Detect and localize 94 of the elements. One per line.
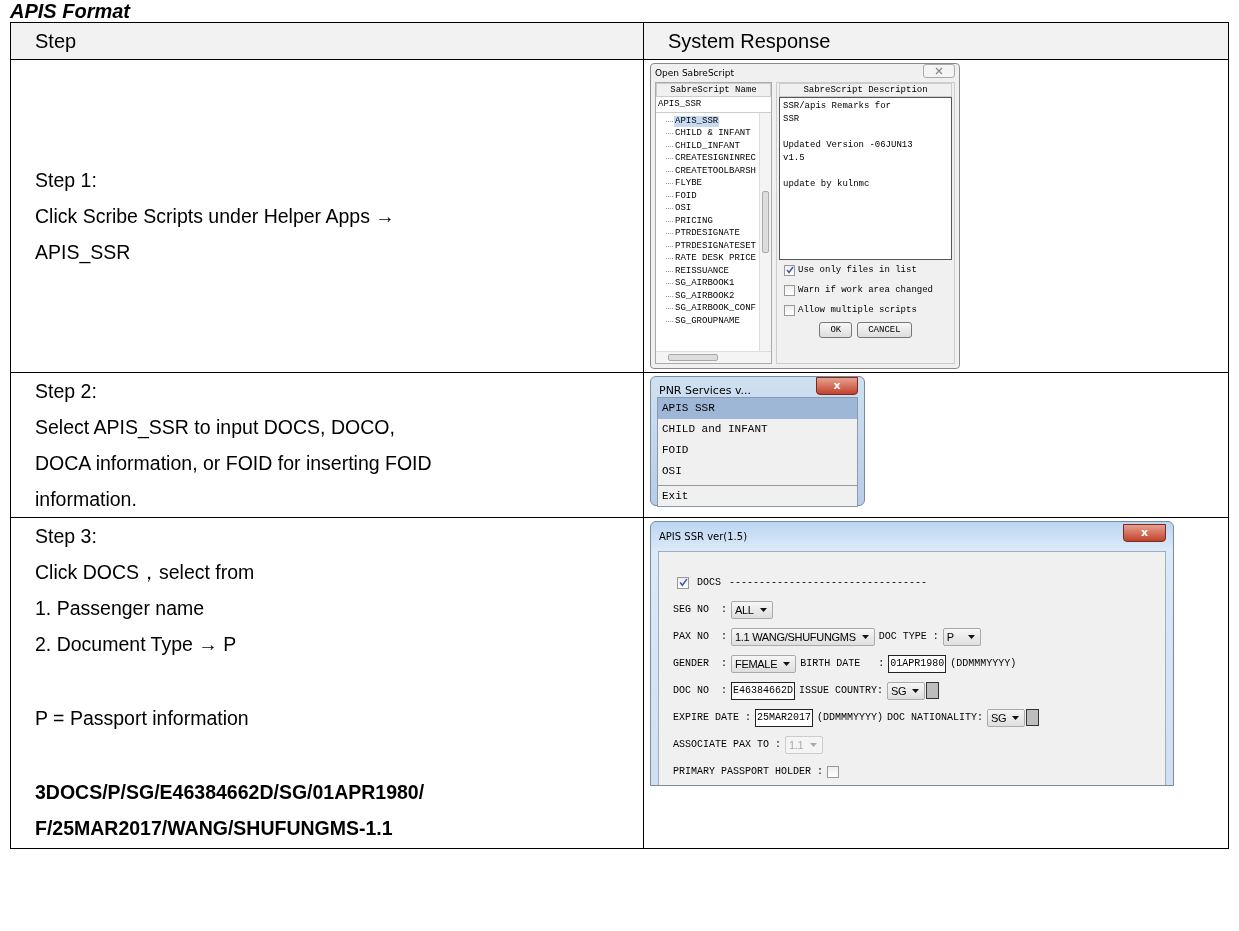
menu-item[interactable]: APIS SSR <box>658 398 857 419</box>
checkbox-label: Allow multiple scripts <box>798 305 917 315</box>
checkbox-label: Warn if work area changed <box>798 285 934 295</box>
field-label: DOCS <box>697 577 721 588</box>
color-swatch[interactable] <box>926 682 940 699</box>
step-text: Step 2: <box>35 379 98 404</box>
caret-icon <box>861 634 869 639</box>
dropdown[interactable]: SG <box>887 681 926 700</box>
field-label: PAX NO : <box>673 631 727 642</box>
dropdown[interactable]: P <box>942 627 981 646</box>
checkbox[interactable] <box>827 765 840 778</box>
scrollbar[interactable] <box>759 113 771 351</box>
field-label: (DDMMMYYYY) <box>950 658 1017 669</box>
column-header: Step <box>10 22 644 60</box>
step-text: 1. Passenger name <box>35 596 206 621</box>
search-field[interactable]: APIS_SSR <box>656 97 771 113</box>
step-text: P = Passport information <box>35 706 250 731</box>
field-label: BIRTH DATE : <box>800 658 885 669</box>
list-item[interactable]: REISSUANCE <box>674 265 730 277</box>
description-text: update by kulnmc <box>783 178 871 191</box>
list-item[interactable]: PTRDESIGNATE <box>674 228 741 240</box>
field-label: PRIMARY PASSPORT HOLDER : <box>673 766 824 777</box>
step-text: Click DOCS，select from <box>35 560 256 585</box>
list-item[interactable]: SG_AIRBOOK2 <box>674 290 736 302</box>
dialog-button[interactable]: OK <box>819 322 853 338</box>
list-item[interactable]: CREATESIGNINREC <box>674 153 757 165</box>
caret-icon <box>912 688 920 693</box>
list-item[interactable]: APIS_SSR <box>674 115 720 127</box>
step-text: F/25MAR2017/WANG/SHUFUNGMS-1.1 <box>35 816 394 841</box>
field-label: ISSUE COUNTRY: <box>799 685 884 696</box>
list-item[interactable]: SG_AIRBOOK_CONF <box>674 303 757 315</box>
input-field[interactable]: E46384662D <box>731 681 796 700</box>
list-item[interactable]: CHILD_INFANT <box>674 140 741 152</box>
list-item[interactable]: RATE DESK PRICE <box>674 253 757 265</box>
list-item[interactable]: CHILD & INFANT <box>674 128 752 140</box>
checkbox[interactable] <box>677 576 689 589</box>
step-text: Click Scribe Scripts under Helper Apps → APIS_SSR <box>35 204 396 266</box>
description-text: Updated Version -06JUN13 <box>783 139 914 152</box>
step-text: Step 1: <box>35 168 98 193</box>
checkbox[interactable] <box>784 284 795 296</box>
window-title: APIS SSR ver(1.5) <box>659 531 748 542</box>
field-label: DOC NATIONALITY: <box>887 712 984 723</box>
field-label: SEG NO : <box>673 604 727 615</box>
caret-icon <box>1012 715 1020 720</box>
menu-item[interactable]: OSI <box>658 461 857 482</box>
caret-icon <box>967 634 975 639</box>
caret-icon <box>783 661 791 666</box>
dropdown[interactable]: ALL <box>731 600 773 619</box>
field-label: ASSOCIATE PAX TO : <box>673 739 782 750</box>
step-text: Select APIS_SSR to input DOCS, DOCO, DOCA information, or FOID for inserting FOID information. <box>35 415 433 512</box>
field-label: DOC NO : <box>673 685 727 696</box>
dropdown[interactable]: FEMALE <box>731 654 797 673</box>
input-field[interactable]: 25MAR2017 <box>755 708 814 727</box>
checkbox[interactable] <box>784 264 795 276</box>
list-item[interactable]: PTRDESIGNATESET <box>674 240 757 252</box>
list-item[interactable]: FOID <box>674 190 698 202</box>
color-swatch[interactable] <box>1026 709 1040 726</box>
step-text: 3DOCS/P/SG/E46384662D/SG/01APR1980/ <box>35 780 426 805</box>
description-text: SSR <box>783 113 801 126</box>
field-label: --------------------------------- <box>729 577 928 588</box>
dropdown[interactable]: SG <box>987 708 1026 727</box>
list-item[interactable]: FLYBE <box>674 178 703 190</box>
menu-item[interactable]: FOID <box>658 440 857 461</box>
list-item[interactable]: CREATETOOLBARSH <box>674 165 757 177</box>
checkbox[interactable] <box>784 304 795 316</box>
dialog-button[interactable]: CANCEL <box>857 322 912 338</box>
list-item[interactable]: OSI <box>674 203 693 215</box>
scrollbar[interactable] <box>656 351 771 363</box>
window-title: Open SabreScript <box>655 68 734 78</box>
list-item[interactable]: PRICING <box>674 215 714 227</box>
close-button[interactable] <box>923 64 955 78</box>
step-text: 2. Document Type → P <box>35 632 238 657</box>
description-text: SSR/apis Remarks for <box>783 100 893 113</box>
checkbox-label: Use only files in list <box>798 265 917 275</box>
column-header: SabreScript Description <box>779 83 952 97</box>
field-label: GENDER : <box>673 658 727 669</box>
list-item[interactable]: SG_GROUPNAME <box>674 315 741 327</box>
menu-item[interactable]: CHILD and INFANT <box>658 419 857 440</box>
section-heading: APIS Format <box>10 0 132 22</box>
column-header: System Response <box>643 22 1229 60</box>
caret-icon <box>810 742 818 747</box>
list-item[interactable]: SG_AIRBOOK1 <box>674 278 736 290</box>
field-label: DOC TYPE : <box>878 631 939 642</box>
step-text: Step 3: <box>35 524 98 549</box>
column-header: SabreScript Name <box>656 83 771 97</box>
window-title: PNR Services v... <box>659 384 752 397</box>
menu-item[interactable]: Exit <box>658 485 857 506</box>
caret-icon <box>759 607 767 612</box>
dropdown[interactable]: 1.1 WANG/SHUFUNGMS <box>731 627 875 646</box>
description-text: v1.5 <box>783 152 806 165</box>
field-label: EXPIRE DATE : <box>673 712 751 723</box>
close-icon <box>935 67 943 75</box>
field-label: (DDMMMYYYY) <box>817 712 884 723</box>
input-field[interactable]: 01APR1980 <box>888 654 947 673</box>
